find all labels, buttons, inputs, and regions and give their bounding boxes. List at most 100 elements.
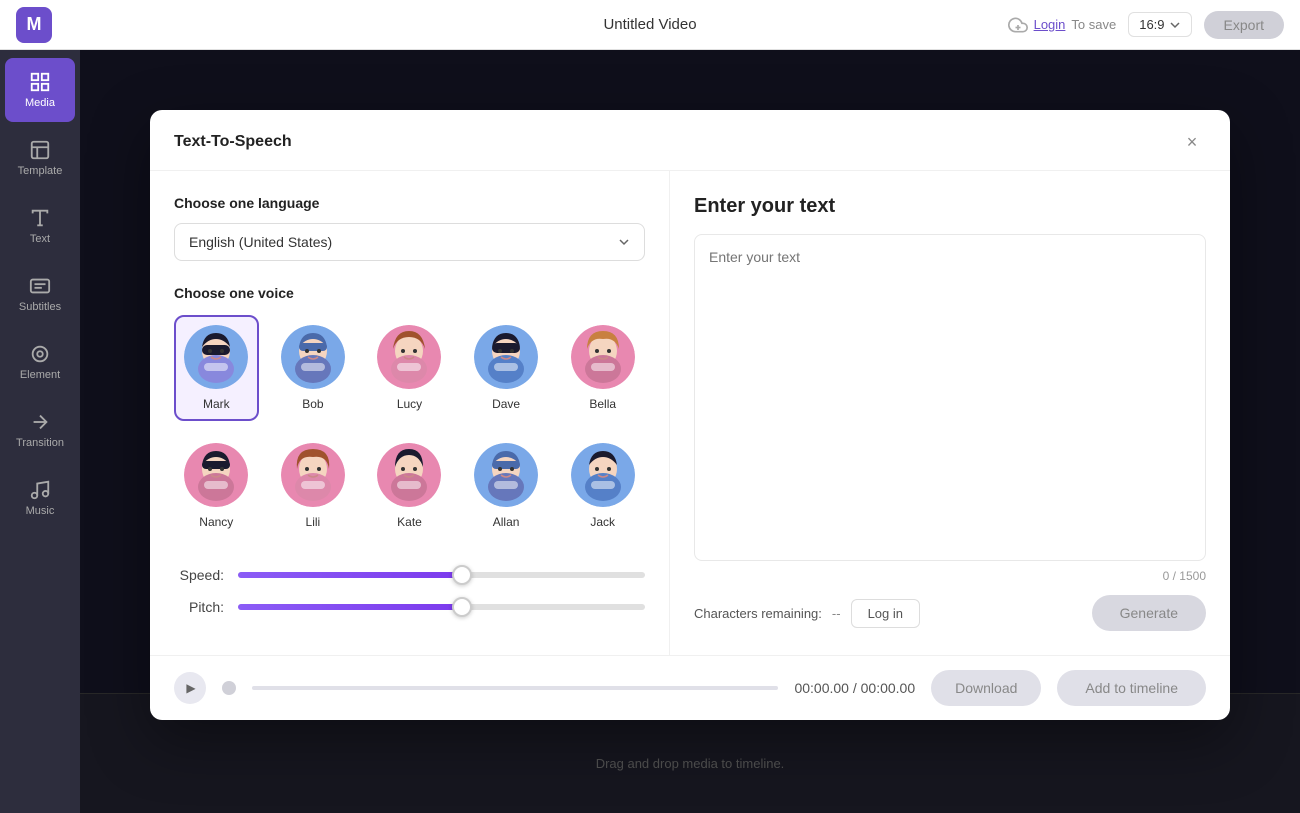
speed-slider[interactable] (238, 572, 645, 578)
voice-name-kate: Kate (397, 515, 422, 529)
sidebar-item-label: Template (18, 165, 63, 177)
grid-icon (29, 71, 51, 93)
sidebar-item-media[interactable]: Media (5, 58, 75, 122)
voice-avatar-jack (571, 443, 635, 507)
time-display: 00:00.00 / 00:00.00 (794, 680, 915, 696)
voice-item-bella[interactable]: Bella (560, 315, 645, 421)
voice-avatar-nancy (184, 443, 248, 507)
voice-item-lili[interactable]: Lili (271, 433, 356, 539)
sidebar-item-music[interactable]: Music (5, 466, 75, 530)
sidebar-item-label: Text (30, 233, 50, 245)
sidebar-item-label: Subtitles (19, 301, 61, 313)
voice-item-bob[interactable]: Bob (271, 315, 356, 421)
voice-avatar-mark (184, 325, 248, 389)
play-icon: ▶ (186, 681, 195, 695)
voice-name-jack: Jack (590, 515, 615, 529)
voice-name-allan: Allan (493, 515, 520, 529)
chars-remaining-value: -- (832, 606, 841, 621)
voice-name-bella: Bella (589, 397, 616, 411)
speed-slider-row: Speed: (174, 567, 645, 583)
text-input[interactable] (694, 234, 1206, 561)
sidebar-item-template[interactable]: Template (5, 126, 75, 190)
login-link[interactable]: Login (1034, 17, 1066, 32)
main-layout: Media Template Text Subtit (0, 50, 1300, 813)
voice-grid: Mark (174, 315, 645, 539)
modal-footer: ▶ 00:00.00 / 00:00.00 Download Add to ti… (150, 655, 1230, 720)
sidebar-item-label: Element (20, 369, 60, 381)
sidebar-item-subtitles[interactable]: Subtitles (5, 262, 75, 326)
speed-label: Speed: (174, 567, 224, 583)
music-icon (29, 479, 51, 501)
modal-close-button[interactable]: × (1178, 128, 1206, 156)
sidebar-item-label: Music (26, 505, 55, 517)
pitch-label: Pitch: (174, 599, 224, 615)
voice-avatar-lucy (377, 325, 441, 389)
modal-body: Choose one language English (United Stat… (150, 171, 1230, 655)
voice-name-mark: Mark (203, 397, 230, 411)
voice-item-jack[interactable]: Jack (560, 433, 645, 539)
play-button[interactable]: ▶ (174, 672, 206, 704)
voice-avatar-allan (474, 443, 538, 507)
sidebar-item-label: Transition (16, 437, 64, 449)
audio-progress-bar[interactable] (252, 686, 778, 690)
sidebar-item-text[interactable]: Text (5, 194, 75, 258)
element-icon (29, 343, 51, 365)
top-bar-center: Untitled Video (603, 16, 696, 33)
language-dropdown[interactable]: English (United States) (174, 223, 645, 261)
download-button[interactable]: Download (931, 670, 1041, 706)
chars-remaining-label: Characters remaining: (694, 606, 822, 621)
save-status: Login To save (1008, 15, 1117, 35)
voice-avatar-bob (281, 325, 345, 389)
voice-avatar-dave (474, 325, 538, 389)
export-button[interactable]: Export (1204, 11, 1284, 39)
template-icon (29, 139, 51, 161)
bottom-row: Characters remaining: -- Log in Generate (694, 595, 1206, 631)
audio-position-dot (222, 681, 236, 695)
add-to-timeline-button[interactable]: Add to timeline (1057, 670, 1206, 706)
voice-item-allan[interactable]: Allan (464, 433, 549, 539)
pitch-slider[interactable] (238, 604, 645, 610)
video-title: Untitled Video (603, 16, 696, 33)
voice-section-label: Choose one voice (174, 285, 645, 301)
right-panel-title: Enter your text (694, 195, 1206, 218)
save-text: To save (1071, 17, 1116, 32)
right-panel: Enter your text 0 / 1500 Characters rema… (670, 171, 1230, 655)
subtitles-icon (29, 275, 51, 297)
modal-title: Text-To-Speech (174, 133, 292, 151)
language-section-label: Choose one language (174, 195, 645, 211)
voice-name-nancy: Nancy (199, 515, 233, 529)
transition-icon (29, 411, 51, 433)
cloud-icon (1008, 15, 1028, 35)
chars-remaining: Characters remaining: -- Log in (694, 599, 920, 628)
generate-button[interactable]: Generate (1092, 595, 1206, 631)
voice-name-lucy: Lucy (397, 397, 422, 411)
top-bar-right: Login To save 16:9 Export (1008, 11, 1284, 39)
text-icon (29, 207, 51, 229)
sidebar-item-label: Media (25, 97, 55, 109)
voice-item-mark[interactable]: Mark (174, 315, 259, 421)
voice-avatar-bella (571, 325, 635, 389)
sidebar-item-transition[interactable]: Transition (5, 398, 75, 462)
left-panel: Choose one language English (United Stat… (150, 171, 670, 655)
tts-modal: Text-To-Speech × Choose one language Eng… (150, 110, 1230, 720)
app-logo[interactable]: M (16, 7, 52, 43)
voice-name-lili: Lili (306, 515, 321, 529)
log-in-button[interactable]: Log in (851, 599, 920, 628)
voice-avatar-kate (377, 443, 441, 507)
content-area: Drag and drop media to timeline. Text-To… (80, 50, 1300, 813)
ratio-button[interactable]: 16:9 (1128, 12, 1191, 37)
voice-item-lucy[interactable]: Lucy (367, 315, 452, 421)
modal-backdrop: Text-To-Speech × Choose one language Eng… (80, 50, 1300, 813)
voice-item-kate[interactable]: Kate (367, 433, 452, 539)
pitch-slider-row: Pitch: (174, 599, 645, 615)
voice-item-dave[interactable]: Dave (464, 315, 549, 421)
chevron-down-icon (1169, 19, 1181, 31)
top-bar: M Untitled Video Login To save 16:9 Expo… (0, 0, 1300, 50)
char-count: 0 / 1500 (694, 569, 1206, 583)
voice-name-dave: Dave (492, 397, 520, 411)
voice-avatar-lili (281, 443, 345, 507)
voice-item-nancy[interactable]: Nancy (174, 433, 259, 539)
sidebar: Media Template Text Subtit (0, 50, 80, 813)
sidebar-item-element[interactable]: Element (5, 330, 75, 394)
modal-header: Text-To-Speech × (150, 110, 1230, 171)
